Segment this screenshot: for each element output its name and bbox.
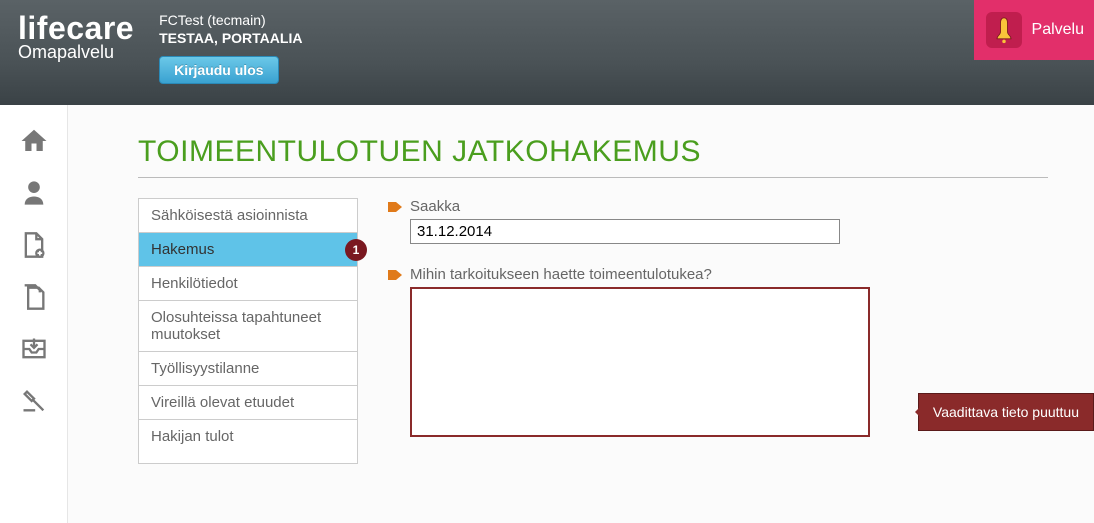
user-name: TESTAA, PORTAALIA xyxy=(159,30,302,46)
step-item[interactable]: Työllisyystilanne xyxy=(139,352,357,386)
alert-icon xyxy=(986,12,1022,48)
inbox-icon[interactable] xyxy=(18,333,50,365)
logo: lifecare Omapalvelu xyxy=(18,12,134,63)
field-purpose-label: Mihin tarkoitukseen haette toimeentulotu… xyxy=(410,266,712,283)
main-content: TOIMEENTULOTUEN JATKOHAKEMUS Sähköisestä… xyxy=(68,105,1094,523)
bullet-icon xyxy=(388,202,402,212)
title-divider xyxy=(138,177,1048,178)
field-until-input[interactable] xyxy=(410,219,840,244)
logo-main: lifecare xyxy=(18,12,134,44)
home-icon[interactable] xyxy=(18,125,50,157)
field-purpose-textarea[interactable] xyxy=(410,287,870,437)
alert-label: Palvelu xyxy=(1032,21,1084,39)
sidebar-iconbar xyxy=(0,105,68,523)
service-alert[interactable]: Palvelu xyxy=(974,0,1094,60)
bullet-icon xyxy=(388,270,402,280)
logout-button[interactable]: Kirjaudu ulos xyxy=(159,56,278,84)
user-context: FCTest (tecmain) xyxy=(159,12,302,28)
new-document-icon[interactable] xyxy=(18,229,50,261)
validation-tooltip: Vaadittava tieto puuttuu xyxy=(918,393,1094,431)
step-list: Sähköisestä asioinnistaHakemus1Henkilöti… xyxy=(138,198,358,464)
step-item[interactable]: Hakijan tulot xyxy=(139,420,357,453)
validation-tooltip-text: Vaadittava tieto puuttuu xyxy=(933,404,1079,420)
person-icon[interactable] xyxy=(18,177,50,209)
field-until-group: Saakka xyxy=(388,198,1094,244)
step-item[interactable]: Hakemus1 xyxy=(139,233,357,267)
documents-icon[interactable] xyxy=(18,281,50,313)
step-item[interactable]: Sähköisestä asioinnista xyxy=(139,199,357,233)
gavel-icon[interactable] xyxy=(18,385,50,417)
step-item[interactable]: Henkilötiedot xyxy=(139,267,357,301)
user-block: FCTest (tecmain) TESTAA, PORTAALIA Kirja… xyxy=(159,12,302,84)
app-header: lifecare Omapalvelu FCTest (tecmain) TES… xyxy=(0,0,1094,105)
page-title: TOIMEENTULOTUEN JATKOHAKEMUS xyxy=(138,135,1094,169)
step-item[interactable]: Olosuhteissa tapahtuneet muutokset xyxy=(139,301,357,352)
step-badge: 1 xyxy=(345,239,367,261)
step-item[interactable]: Vireillä olevat etuudet xyxy=(139,386,357,420)
field-until-label: Saakka xyxy=(410,198,460,215)
